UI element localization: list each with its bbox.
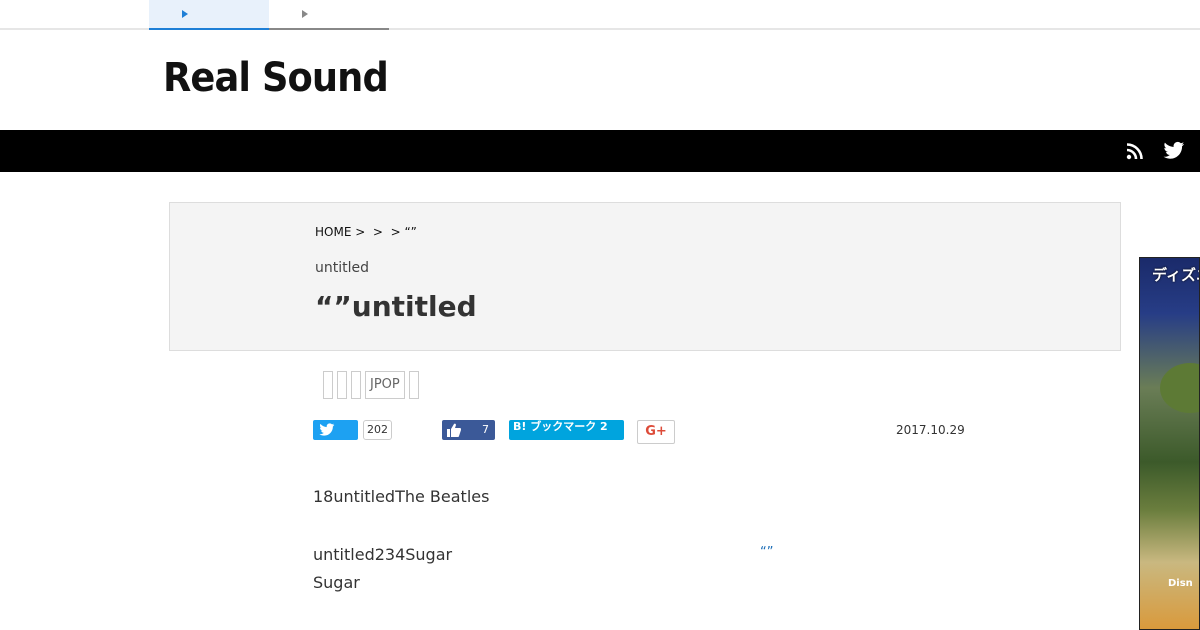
tag-5[interactable] — [408, 371, 419, 399]
facebook-count: 7 — [482, 423, 489, 436]
page-title: “”untitled — [315, 290, 477, 323]
twitter-icon[interactable] — [1163, 141, 1185, 161]
rss-icon[interactable] — [1125, 141, 1145, 161]
tag-1[interactable] — [323, 371, 333, 399]
main-navbar — [0, 130, 1200, 172]
tweet-button[interactable] — [313, 420, 358, 440]
play-arrow-icon — [182, 10, 188, 18]
inline-link[interactable]: “” — [760, 545, 773, 560]
sidebar-ad-banner[interactable]: ディズニー Disn — [1139, 257, 1200, 630]
play-arrow-icon — [302, 10, 308, 18]
facebook-like-button[interactable]: 7 — [442, 420, 495, 440]
breadcrumb[interactable]: HOME > > > “” — [315, 225, 417, 239]
tag-jpop[interactable]: JPOP — [365, 371, 405, 399]
tweet-count: 202 — [363, 420, 392, 440]
tag-3[interactable] — [351, 371, 361, 399]
thumbs-up-icon — [447, 423, 461, 437]
site-logo[interactable]: Real Sound — [163, 55, 389, 101]
publish-date: 2017.10.29 — [896, 423, 965, 437]
top-tab-2[interactable] — [269, 0, 389, 30]
ad-logo: Disn — [1168, 578, 1193, 589]
tag-2[interactable] — [337, 371, 347, 399]
hatena-bookmark-button[interactable]: B! ブックマーク 2 — [509, 420, 624, 440]
ad-illustration — [1160, 363, 1199, 413]
twitter-icon — [319, 423, 335, 436]
article-paragraph: untitled234Sugar — [313, 545, 453, 564]
ad-text: ディズニー — [1152, 266, 1199, 284]
tag-list: JPOP — [323, 371, 419, 399]
google-plus-button[interactable]: G+ — [637, 420, 675, 444]
article-paragraph: 18untitledThe Beatles — [313, 487, 490, 506]
top-tab-bar — [0, 0, 1200, 30]
top-tab-1[interactable] — [149, 0, 269, 30]
article-paragraph: Sugar — [313, 573, 360, 592]
article-header: HOME > > > “” untitled “”untitled — [169, 202, 1121, 351]
article-subtitle: untitled — [315, 260, 370, 276]
